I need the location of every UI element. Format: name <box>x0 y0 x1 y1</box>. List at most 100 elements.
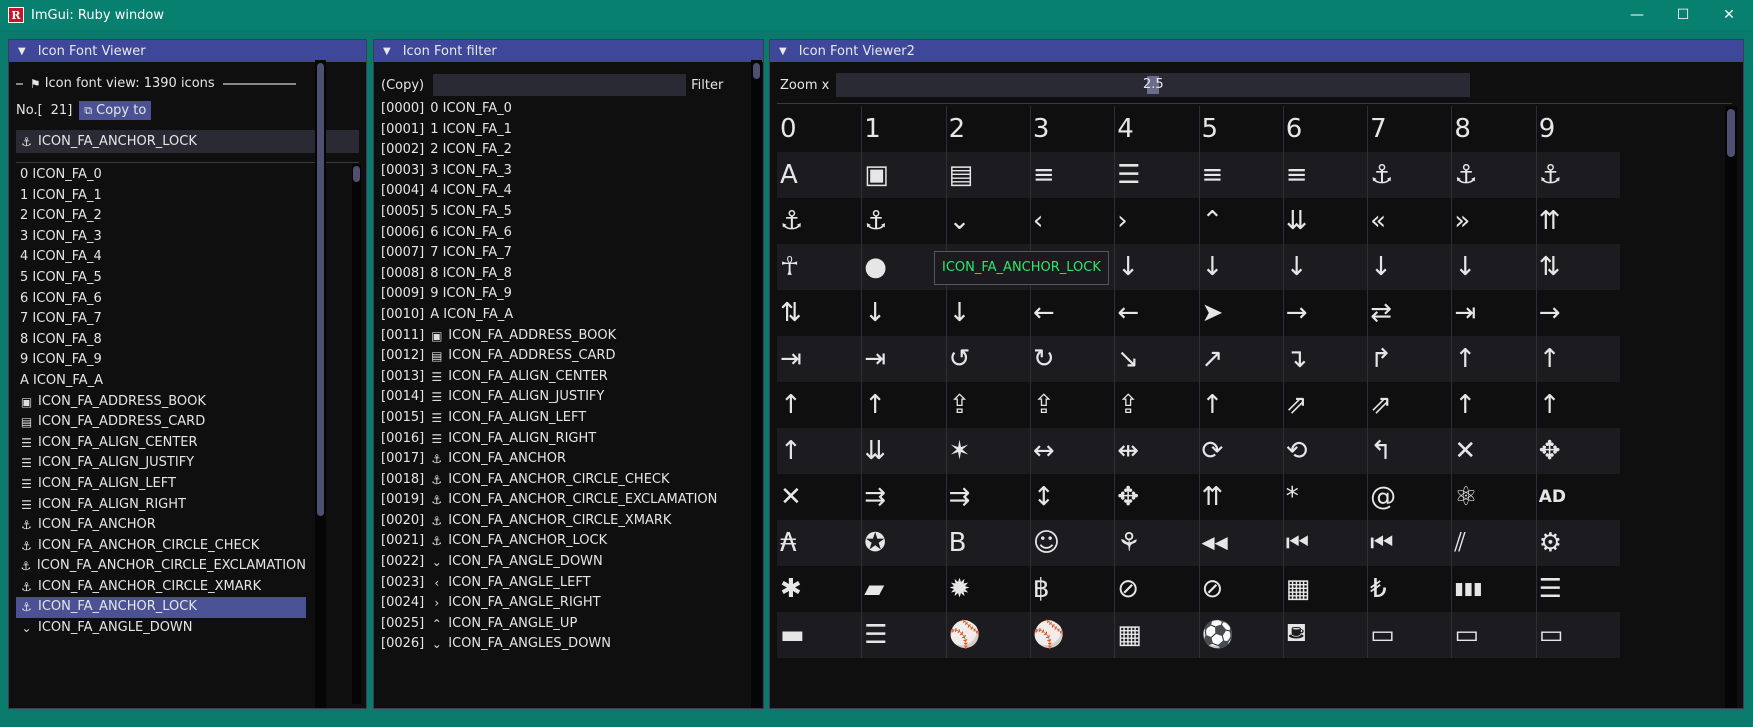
filter-result-item[interactable]: [0017] ⚓ ICON_FA_ANCHOR <box>381 449 751 470</box>
icon-cell[interactable]: ⚓ <box>1539 152 1617 198</box>
filter-result-item[interactable]: [0006] 6 ICON_FA_6 <box>381 223 751 244</box>
icon-cell[interactable]: A <box>780 152 858 198</box>
icon-cell[interactable]: ◀◀ <box>1202 520 1280 566</box>
list-item[interactable]: ☰ ICON_FA_ALIGN_CENTER <box>16 433 306 454</box>
icon-cell[interactable]: ✶ <box>949 428 1027 474</box>
filter-result-item[interactable]: [0020] ⚓ ICON_FA_ANCHOR_CIRCLE_XMARK <box>381 511 751 532</box>
icon-cell[interactable]: ☰ <box>864 612 942 658</box>
icon-cell[interactable]: ⊘ <box>1202 566 1280 612</box>
icon-cell[interactable]: ↑ <box>1539 336 1617 382</box>
icon-cell[interactable]: ↑ <box>1454 382 1532 428</box>
icon-cell[interactable]: ▬ <box>780 612 858 658</box>
filter-result-item[interactable]: [0025] ⌃ ICON_FA_ANGLE_UP <box>381 614 751 635</box>
filter-result-item[interactable]: [0009] 9 ICON_FA_9 <box>381 284 751 305</box>
list-item[interactable]: ⚓ ICON_FA_ANCHOR_CIRCLE_EXCLAMATION <box>16 556 306 577</box>
icon-cell[interactable]: ☰ <box>1117 152 1195 198</box>
list-item[interactable]: ☰ ICON_FA_ALIGN_JUSTIFY <box>16 453 306 474</box>
icon-cell[interactable]: ✕ <box>1454 428 1532 474</box>
icon-cell[interactable]: ⇉ <box>949 474 1027 520</box>
list-item[interactable]: ⚓ ICON_FA_ANCHOR_CIRCLE_CHECK <box>16 536 306 557</box>
filter-result-item[interactable]: [0001] 1 ICON_FA_1 <box>381 120 751 141</box>
icon-cell[interactable]: ⇹ <box>1117 428 1195 474</box>
list-item[interactable]: 9 ICON_FA_9 <box>16 350 306 371</box>
icon-cell[interactable]: ← <box>1033 290 1111 336</box>
icon-cell[interactable]: ↓ <box>1117 244 1195 290</box>
icon-cell[interactable]: ₺ <box>1370 566 1448 612</box>
filter-result-item[interactable]: [0022] ⌄ ICON_FA_ANGLE_DOWN <box>381 552 751 573</box>
filter-result-item[interactable]: [0018] ⚓ ICON_FA_ANCHOR_CIRCLE_CHECK <box>381 470 751 491</box>
list-item[interactable]: ⚓ ICON_FA_ANCHOR <box>16 515 306 536</box>
icon-cell[interactable]: ▭ <box>1539 612 1617 658</box>
icon-cell[interactable]: ↰ <box>1370 428 1448 474</box>
icon-cell[interactable]: ↘ <box>1117 336 1195 382</box>
icon-cell[interactable]: ⚓ <box>1454 152 1532 198</box>
icon-cell[interactable]: ▣ <box>864 152 942 198</box>
icon-cell[interactable]: → <box>1286 290 1364 336</box>
icon-cell[interactable]: ↻ <box>1033 336 1111 382</box>
filter-result-item[interactable]: [0016] ☰ ICON_FA_ALIGN_RIGHT <box>381 429 751 450</box>
filter-input[interactable] <box>433 74 687 96</box>
filter-result-item[interactable]: [0004] 4 ICON_FA_4 <box>381 181 751 202</box>
filter-result-item[interactable]: [0026] ⌄ ICON_FA_ANGLES_DOWN <box>381 634 751 655</box>
title-bar[interactable]: R ImGui: Ruby window — ☐ ✕ <box>0 0 1753 30</box>
icon-cell[interactable]: ↺ <box>949 336 1027 382</box>
icon-grid[interactable]: 0123456789A▣▤≡☰≡≡⚓⚓⚓⚓⚓⌄‹›⌃⇊«»⇈☥●⚐▼↓↓↓↓↓⇅… <box>777 106 1723 708</box>
grid-scrollbar-thumb[interactable] <box>1727 109 1735 157</box>
icon-cell[interactable]: ⊘ <box>1117 566 1195 612</box>
icon-cell[interactable]: ↑ <box>1539 382 1617 428</box>
grid-scrollbar[interactable] <box>1725 106 1737 708</box>
selected-icon-field[interactable]: ⚓ ICON_FA_ANCHOR_LOCK <box>16 130 359 153</box>
icon-cell[interactable]: ⇉ <box>864 474 942 520</box>
icon-cell[interactable]: ⇊ <box>864 428 942 474</box>
filter-scrollbar-thumb[interactable] <box>753 63 760 79</box>
minimize-button[interactable]: — <box>1614 0 1660 30</box>
icon-cell[interactable]: ‹ <box>1033 198 1111 244</box>
icon-cell[interactable]: ↓ <box>1454 244 1532 290</box>
icon-list[interactable]: 0 ICON_FA_0 1 ICON_FA_1 2 ICON_FA_2 3 ICON_… <box>16 162 359 703</box>
list-item[interactable]: 2 ICON_FA_2 <box>16 206 306 227</box>
zoom-slider[interactable]: 2.5 <box>836 73 1471 97</box>
icon-cell[interactable]: ⚓ <box>1370 152 1448 198</box>
list-item[interactable]: 7 ICON_FA_7 <box>16 309 306 330</box>
icon-cell[interactable]: ⚘ <box>1117 520 1195 566</box>
list-item[interactable]: A ICON_FA_A <box>16 371 306 392</box>
icon-cell[interactable]: ⫽ <box>1454 520 1532 566</box>
icon-cell[interactable]: ⟳ <box>1202 428 1280 474</box>
icon-cell[interactable]: ↓ <box>1286 244 1364 290</box>
icon-cell[interactable]: AD <box>1539 474 1617 520</box>
filter-result-item[interactable]: [0024] › ICON_FA_ANGLE_RIGHT <box>381 593 751 614</box>
filter-result-item[interactable]: [0019] ⚓ ICON_FA_ANCHOR_CIRCLE_EXCLAMATION <box>381 490 751 511</box>
icon-cell[interactable]: ⇪ <box>949 382 1027 428</box>
icon-cell[interactable]: ↴ <box>1286 336 1364 382</box>
filter-result-list[interactable]: [0000] 0 ICON_FA_0 [0001] 1 ICON_FA_1 [0002]… <box>381 99 751 655</box>
icon-cell[interactable]: ⚓ <box>864 198 942 244</box>
icon-cell[interactable]: ✪ <box>864 520 942 566</box>
icon-cell[interactable]: ↓ <box>1370 244 1448 290</box>
list-item[interactable]: ⚓ ICON_FA_ANCHOR_CIRCLE_XMARK <box>16 577 306 598</box>
collapse-triangle-icon[interactable]: ▼ <box>18 46 26 57</box>
filter-title-bar[interactable]: ▼ Icon Font filter <box>374 40 763 62</box>
icon-cell[interactable]: ⇥ <box>1454 290 1532 336</box>
icon-cell[interactable]: ⇅ <box>780 290 858 336</box>
icon-cell[interactable]: ⇈ <box>1539 198 1617 244</box>
icon-cell[interactable]: ⏮ <box>1286 520 1364 566</box>
filter-result-item[interactable]: [0012] ▤ ICON_FA_ADDRESS_CARD <box>381 346 751 367</box>
list-item[interactable]: 1 ICON_FA_1 <box>16 186 306 207</box>
icon-cell[interactable]: ↓ <box>1202 244 1280 290</box>
icon-cell[interactable]: ✥ <box>1117 474 1195 520</box>
filter-result-item[interactable]: [0010] A ICON_FA_A <box>381 305 751 326</box>
list-item[interactable]: ⚓ ICON_FA_ANCHOR_LOCK <box>16 597 306 619</box>
list-scrollbar[interactable] <box>352 164 361 704</box>
close-button[interactable]: ✕ <box>1706 0 1752 30</box>
icon-cell[interactable]: ⇗ <box>1370 382 1448 428</box>
icon-cell[interactable]: B <box>949 520 1027 566</box>
icon-cell[interactable]: ↱ <box>1370 336 1448 382</box>
icon-cell[interactable]: ✕ <box>780 474 858 520</box>
icon-cell[interactable]: ⇪ <box>1033 382 1111 428</box>
icon-cell[interactable]: › <box>1117 198 1195 244</box>
icon-cell[interactable]: ▤ <box>949 152 1027 198</box>
filter-result-item[interactable]: [0000] 0 ICON_FA_0 <box>381 99 751 120</box>
icon-cell[interactable]: ≡ <box>1033 152 1111 198</box>
icon-cell[interactable]: ↑ <box>780 428 858 474</box>
icon-cell[interactable]: ⇗ <box>1286 382 1364 428</box>
